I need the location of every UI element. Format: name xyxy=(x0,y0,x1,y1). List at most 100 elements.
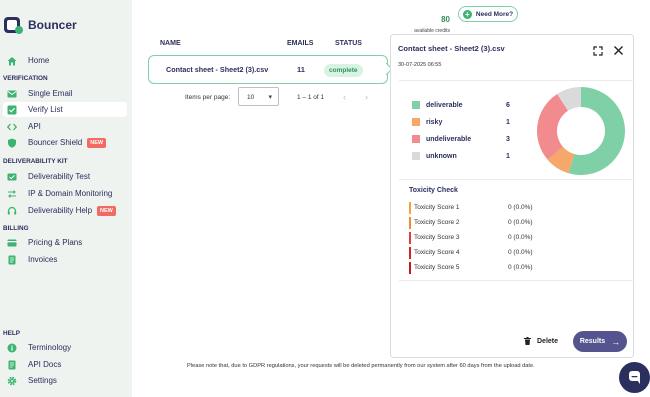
delete-label: Delete xyxy=(537,337,559,345)
shield-icon xyxy=(7,138,17,148)
sidebar-item-settings[interactable]: Settings xyxy=(3,373,127,388)
new-badge: NEW xyxy=(87,137,107,148)
sidebar-item-terminology[interactable]: Terminology xyxy=(3,340,127,355)
sidebar: Bouncer Home VERIFICATION Single Email V… xyxy=(0,0,132,397)
legend-value: 1 xyxy=(506,152,510,160)
sidebar-item-label: Deliverability Test xyxy=(28,172,91,181)
sidebar-item-home[interactable]: Home xyxy=(3,53,127,68)
donut-chart xyxy=(537,87,625,175)
sidebar-item-api-docs[interactable]: API Docs xyxy=(3,357,127,372)
plus-icon: + xyxy=(462,9,472,19)
legend-value: 6 xyxy=(506,101,510,109)
sidebar-item-label: Bouncer Shield xyxy=(28,138,83,147)
toxicity-value: 0 (0.0%) xyxy=(508,264,533,271)
sidebar-item-single-email[interactable]: Single Email xyxy=(3,86,127,101)
toxicity-bar xyxy=(409,202,411,214)
column-header-status: STATUS xyxy=(335,40,362,47)
legend-swatch xyxy=(412,152,420,160)
arrow-right-icon: → xyxy=(611,336,621,347)
expand-icon[interactable] xyxy=(593,46,603,56)
legend-swatch xyxy=(412,135,420,143)
delete-button[interactable]: Delete xyxy=(524,337,558,345)
support-icon xyxy=(7,206,17,216)
trash-icon xyxy=(524,337,531,345)
sidebar-item-invoices[interactable]: Invoices xyxy=(3,252,127,267)
toxicity-label: Toxicity Score 3 xyxy=(414,234,460,241)
toxicity-value: 0 (0.0%) xyxy=(508,249,533,256)
detail-date: 30-07-2025 06:55 xyxy=(398,62,442,68)
sidebar-item-label: Terminology xyxy=(28,343,72,352)
prev-page-button[interactable]: ‹ xyxy=(343,92,346,102)
toxicity-label: Toxicity Score 5 xyxy=(414,264,460,271)
sidebar-item-label: Verify List xyxy=(28,105,63,114)
next-page-button[interactable]: › xyxy=(365,92,368,102)
section-help: HELP xyxy=(3,330,21,337)
toxicity-check: Toxicity Check Toxicity Score 1 0 (0.0%)… xyxy=(399,183,634,281)
need-more-button[interactable]: + Need More? xyxy=(458,6,518,22)
toxicity-bar xyxy=(409,217,411,229)
sidebar-item-bouncer-shield[interactable]: Bouncer Shield NEW xyxy=(3,135,127,150)
toxicity-value: 0 (0.0%) xyxy=(508,204,533,211)
column-header-name: NAME xyxy=(160,40,181,47)
email-count: 11 xyxy=(297,65,305,74)
legend-label: unknown xyxy=(426,152,457,160)
sidebar-item-label: Pricing & Plans xyxy=(28,238,83,247)
items-per-page-select[interactable]: 10 ▾ xyxy=(238,87,279,106)
app-logo[interactable]: Bouncer xyxy=(4,15,77,35)
legend-deliverable: deliverable 6 xyxy=(412,101,510,109)
legend-label: deliverable xyxy=(426,101,463,109)
section-verification: VERIFICATION xyxy=(3,75,48,82)
sidebar-item-label: Single Email xyxy=(28,89,73,98)
toxicity-label: Toxicity Score 4 xyxy=(414,249,460,256)
legend-value: 1 xyxy=(506,118,510,126)
app-name: Bouncer xyxy=(28,18,77,32)
chat-button[interactable] xyxy=(619,362,650,393)
sidebar-item-label: Deliverability Help xyxy=(28,206,93,215)
info-icon xyxy=(7,343,17,353)
toxicity-label: Toxicity Score 2 xyxy=(414,219,460,226)
sidebar-item-deliverability-help[interactable]: Deliverability Help NEW xyxy=(3,203,127,218)
toxicity-label: Toxicity Score 1 xyxy=(414,204,460,211)
status-badge: complete xyxy=(324,64,363,77)
toxicity-bar xyxy=(409,262,411,274)
section-billing: BILLING xyxy=(3,225,29,232)
credits-display: 80 available credits xyxy=(400,9,450,34)
sidebar-item-deliverability-test[interactable]: Deliverability Test xyxy=(3,169,127,184)
section-deliverability-kit: DELIVERABILITY KIT xyxy=(3,158,68,165)
sidebar-item-label: Invoices xyxy=(28,255,58,264)
detail-title: Contact sheet - Sheet2 (3).csv xyxy=(398,44,505,53)
legend-swatch xyxy=(412,101,420,109)
gear-icon xyxy=(7,376,17,386)
need-more-label: Need More? xyxy=(475,10,514,18)
envelope-icon xyxy=(7,89,17,99)
chevron-down-icon: ▾ xyxy=(268,94,272,101)
legend-undeliverable: undeliverable 3 xyxy=(412,135,510,143)
legend-label: risky xyxy=(426,118,443,126)
results-label: Results xyxy=(579,338,606,345)
result-breakdown: deliverable 6 risky 1 undeliverable 3 un… xyxy=(399,80,634,180)
credit-card-icon xyxy=(7,238,17,248)
legend-risky: risky 1 xyxy=(412,118,510,126)
sidebar-item-verify-list[interactable]: Verify List xyxy=(3,102,127,117)
items-per-page-label: Items per page: xyxy=(185,94,231,101)
table-row[interactable]: Contact sheet - Sheet2 (3).csv 11 comple… xyxy=(148,55,388,84)
sidebar-item-pricing-plans[interactable]: Pricing & Plans xyxy=(3,235,127,250)
new-badge: NEW xyxy=(97,205,116,216)
results-button[interactable]: Results → xyxy=(573,331,627,352)
credits-value: 80 xyxy=(441,15,450,24)
sidebar-item-ip-domain-monitoring[interactable]: IP & Domain Monitoring xyxy=(3,186,127,201)
monitor-arrows-icon xyxy=(7,189,17,199)
sidebar-item-label: API xyxy=(28,122,41,131)
toxicity-value: 0 (0.0%) xyxy=(508,219,533,226)
close-icon[interactable] xyxy=(613,45,624,56)
home-icon xyxy=(7,56,17,66)
code-icon xyxy=(7,122,17,132)
toxicity-title: Toxicity Check xyxy=(409,187,458,194)
column-header-emails: EMAILS xyxy=(287,40,314,47)
items-per-page-value: 10 xyxy=(247,94,255,101)
sidebar-item-api[interactable]: API xyxy=(3,119,127,134)
toxicity-bar xyxy=(409,247,411,259)
legend-label: undeliverable xyxy=(426,135,472,143)
invoice-icon xyxy=(7,255,17,265)
file-name: Contact sheet - Sheet2 (3).csv xyxy=(166,65,269,74)
